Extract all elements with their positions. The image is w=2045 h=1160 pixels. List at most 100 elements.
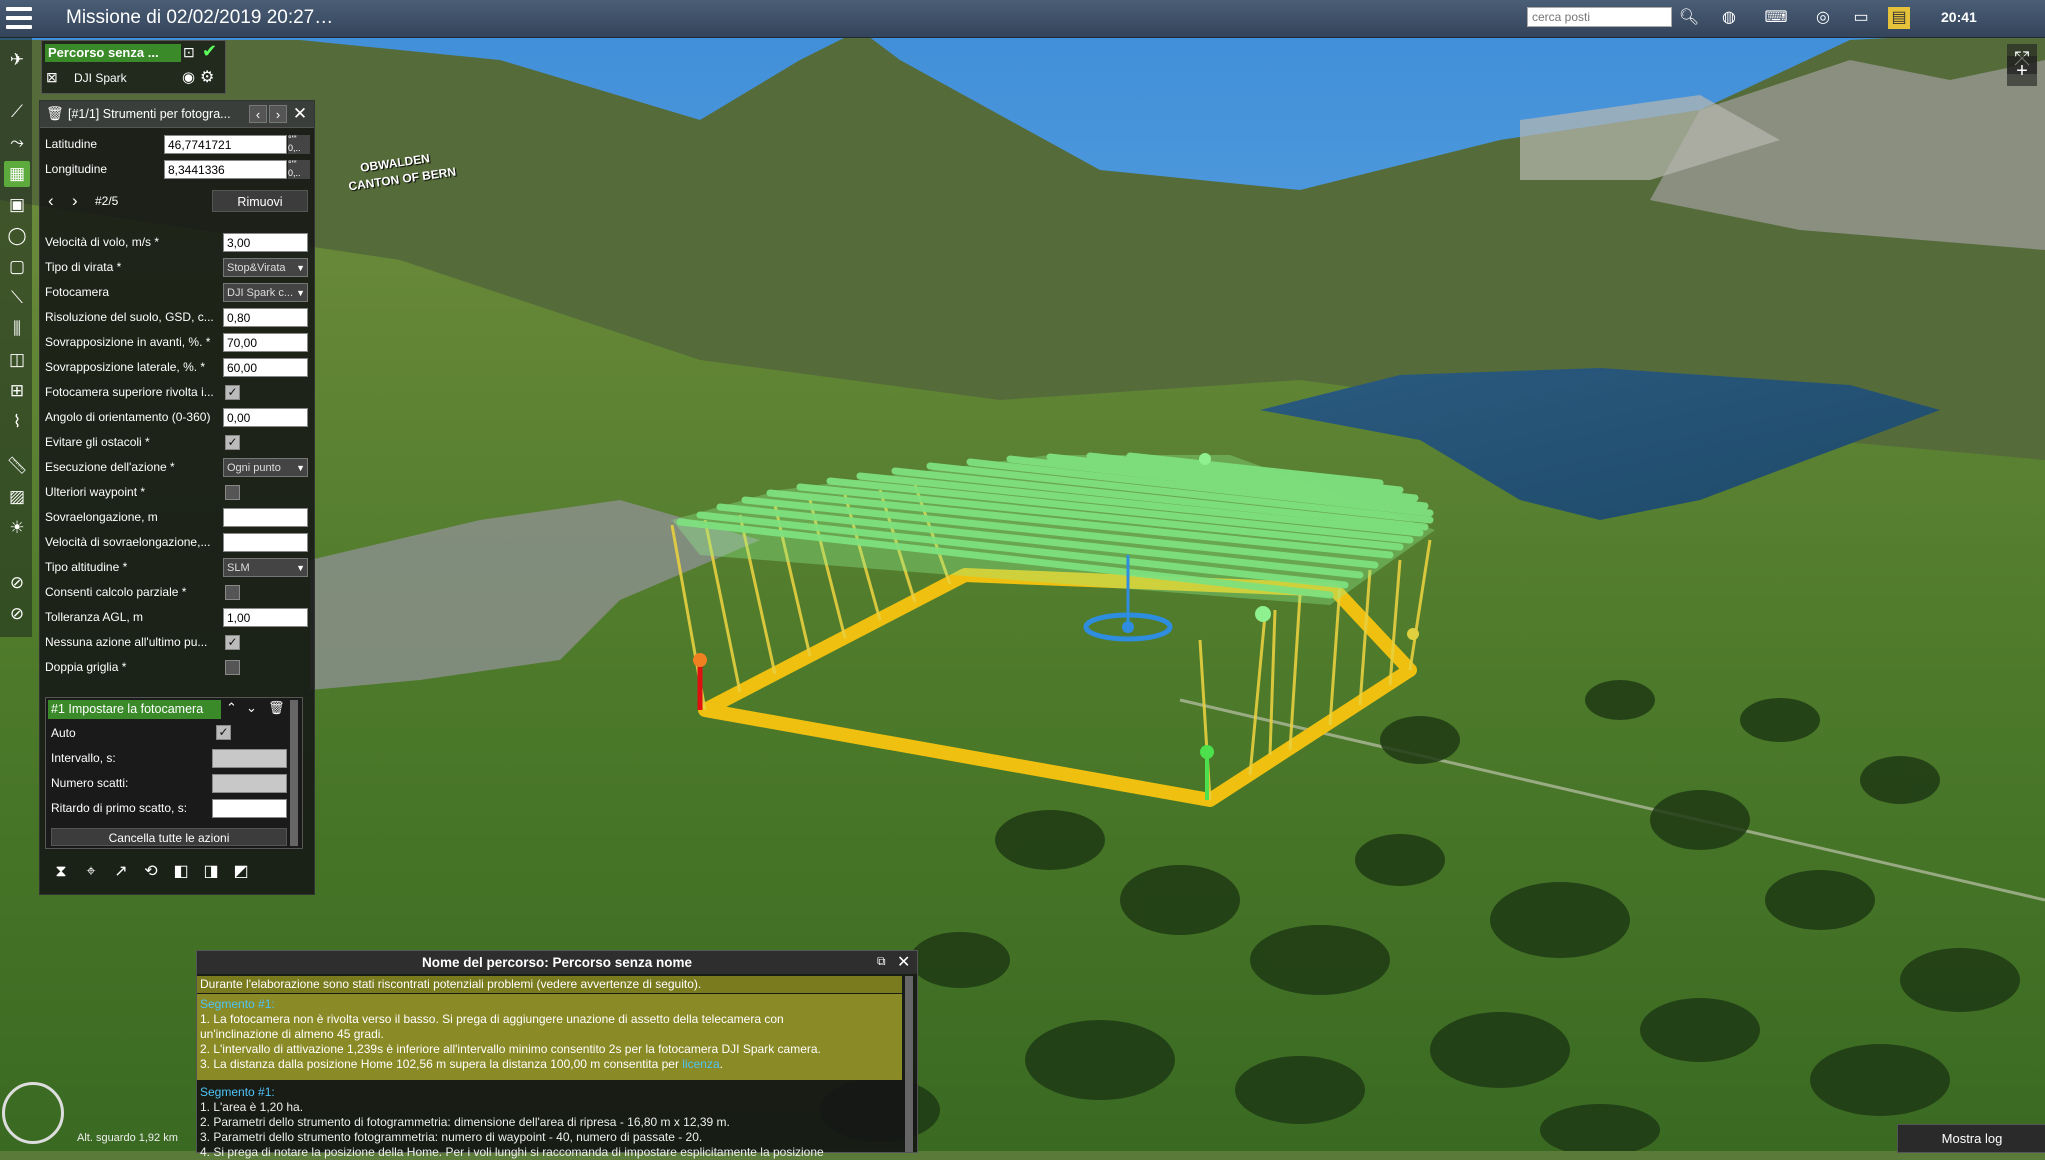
avoid-obstacles-checkbox[interactable]: ✓ <box>225 435 240 450</box>
square-icon[interactable]: ▢ <box>4 254 30 280</box>
info-line: 2. Parametri dello strumento di fotogram… <box>200 1115 730 1129</box>
scrollbar[interactable] <box>905 976 913 1152</box>
altitude-icon[interactable]: ↗ <box>107 858 135 886</box>
hatch-icon[interactable]: ▨ <box>4 484 30 510</box>
turn-type-select[interactable]: Stop&Virata <box>223 258 308 278</box>
warning-text: Durante l'elaborazione sono stati riscon… <box>197 976 902 993</box>
double-grid-checkbox[interactable] <box>225 660 240 675</box>
segment-warnings: Segmento #1: 1. La fotocamera non è rivo… <box>197 994 902 1080</box>
interval-input[interactable] <box>212 749 287 768</box>
flight-speed-input[interactable]: 3,00 <box>223 233 308 252</box>
menu-icon[interactable] <box>6 7 32 29</box>
field-label: Tipo di virata * <box>45 260 122 274</box>
search-input[interactable] <box>1527 7 1672 27</box>
gsd-input[interactable]: 0,80 <box>223 308 308 327</box>
facade-icon[interactable]: ⫼ <box>4 316 30 342</box>
camera-distance-icon[interactable]: ◩ <box>227 858 255 886</box>
takeoff-icon[interactable]: ⟋ <box>4 99 30 125</box>
camera-select[interactable]: DJI Spark c... <box>223 283 308 303</box>
keyboard-icon[interactable]: ⌨ <box>1754 7 1798 29</box>
sun-icon[interactable]: ☀ <box>4 515 30 541</box>
point-counter: #2/5 <box>95 194 119 208</box>
area-survey-icon[interactable]: ▦ <box>4 161 30 187</box>
plane-add-icon[interactable]: ✈ <box>4 47 30 73</box>
field-label: Sovrapposizione in avanti, %. * <box>45 335 211 349</box>
next-point-icon[interactable]: › <box>72 191 78 211</box>
video-icon[interactable]: ▭ <box>1850 7 1872 29</box>
chevron-down-icon[interactable]: ⌄ <box>246 700 257 716</box>
trash-icon[interactable]: 🗑︎ <box>268 700 285 716</box>
panel-header: 🗑︎ [#1/1] Strumenti per fotogra... ‹ › ✕ <box>40 101 314 128</box>
delete-all-actions-button[interactable]: Cancella tutte le azioni <box>51 828 287 846</box>
notes-icon[interactable]: ▤ <box>1888 7 1910 29</box>
side-overlap-input[interactable]: 60,00 <box>223 358 308 377</box>
corridor-icon[interactable]: ⊞ <box>4 378 30 404</box>
scrollbar[interactable] <box>290 700 298 846</box>
remove-button[interactable]: Rimuovi <box>212 190 308 212</box>
overshoot-input[interactable] <box>223 508 308 527</box>
overshoot-speed-input[interactable] <box>223 533 308 552</box>
route-header[interactable]: Percorso senza ... ⊡ ✔ ⊠ DJI Spark ◉ ⚙ <box>41 40 226 94</box>
field-label: Velocità di sovraelongazione,... <box>45 535 211 549</box>
field-label: Risoluzione del suolo, GSD, c... <box>45 310 214 324</box>
field-label: Angolo di orientamento (0-360) <box>45 410 211 424</box>
longitude-format-icon[interactable]: °'" 0,.. <box>288 160 310 179</box>
camera-up-checkbox[interactable]: ✓ <box>225 385 240 400</box>
plus-icon[interactable]: + <box>2007 56 2037 86</box>
ruler-icon[interactable]: 📏︎ <box>4 453 30 479</box>
polyline-icon[interactable]: ⌇ <box>4 409 30 435</box>
no-last-action-checkbox[interactable]: ✓ <box>225 635 240 650</box>
action-execution-select[interactable]: Ogni punto <box>223 458 308 478</box>
auto-checkbox[interactable]: ✓ <box>216 725 231 740</box>
field-label: Consenti calcolo parziale * <box>45 585 187 599</box>
camera-rotate-icon[interactable]: ⟲ <box>137 858 165 886</box>
close-icon[interactable]: ✕ <box>897 952 910 972</box>
forward-overlap-input[interactable]: 70,00 <box>223 333 308 352</box>
route-icon[interactable]: ⤳ <box>4 130 30 156</box>
clock: 20:41 <box>1941 9 1977 25</box>
extra-waypoints-checkbox[interactable] <box>225 485 240 500</box>
no-fly-icon[interactable]: ⊘ <box>4 570 30 596</box>
globe-icon[interactable]: ◍ <box>1718 7 1740 29</box>
drone-target-icon[interactable]: ⌖ <box>77 858 105 886</box>
chevron-up-icon[interactable]: ⌃ <box>226 700 237 716</box>
warning-line: 2. L'intervallo di attivazione 1,239s è … <box>200 1042 821 1056</box>
adsb-icon[interactable]: ◎ <box>1812 7 1834 29</box>
drone-icon: ⊠ <box>46 69 58 85</box>
license-link[interactable]: licenza <box>682 1057 719 1071</box>
prev-icon[interactable]: ‹ <box>249 105 267 123</box>
restricted-icon[interactable]: ⊘ <box>4 601 30 627</box>
latitude-format-icon[interactable]: °'" 0,.. <box>288 135 310 154</box>
photo-icon[interactable]: ◫ <box>4 347 30 373</box>
latitude-input[interactable]: 46,7741721 <box>164 135 287 154</box>
compass-icon[interactable] <box>2 1082 64 1144</box>
close-icon[interactable]: ✕ <box>291 105 309 123</box>
delay-input[interactable] <box>212 799 287 818</box>
shots-input[interactable] <box>212 774 287 793</box>
grid-icon[interactable]: ▣ <box>4 192 30 218</box>
settings-icon[interactable]: ⚙ <box>200 67 214 87</box>
action-title[interactable]: #1 Impostare la fotocamera <box>48 700 221 719</box>
route-name[interactable]: Percorso senza ... <box>45 44 181 62</box>
agl-tolerance-input[interactable]: 1,00 <box>223 608 308 627</box>
altitude-type-select[interactable]: SLM <box>223 558 308 578</box>
prev-point-icon[interactable]: ‹ <box>48 191 54 211</box>
next-icon[interactable]: › <box>269 105 287 123</box>
camera-timer-icon[interactable]: ◧ <box>167 858 195 886</box>
drone-name: DJI Spark <box>74 71 127 85</box>
landing-icon[interactable]: ⟍ <box>4 285 30 311</box>
trash-icon[interactable]: 🗑︎ <box>46 105 64 122</box>
lock-icon[interactable]: ⊡ <box>183 44 195 61</box>
hourglass-icon[interactable]: ⧗ <box>47 858 75 886</box>
search-icon[interactable]: 🔍︎ <box>1678 7 1700 29</box>
longitude-input[interactable]: 8,3441336 <box>164 160 287 179</box>
camera-interval-icon[interactable]: ◨ <box>197 858 225 886</box>
eye-icon[interactable]: ◉ <box>182 68 195 86</box>
check-icon[interactable]: ✔ <box>202 41 217 62</box>
heading-angle-input[interactable]: 0,00 <box>223 408 308 427</box>
show-log-button[interactable]: Mostra log <box>1897 1124 2045 1153</box>
circle-icon[interactable]: ◯ <box>4 223 30 249</box>
copy-icon[interactable]: ⧉ <box>877 954 893 970</box>
segment-title: Segmento #1: <box>200 997 275 1011</box>
partial-calc-checkbox[interactable] <box>225 585 240 600</box>
